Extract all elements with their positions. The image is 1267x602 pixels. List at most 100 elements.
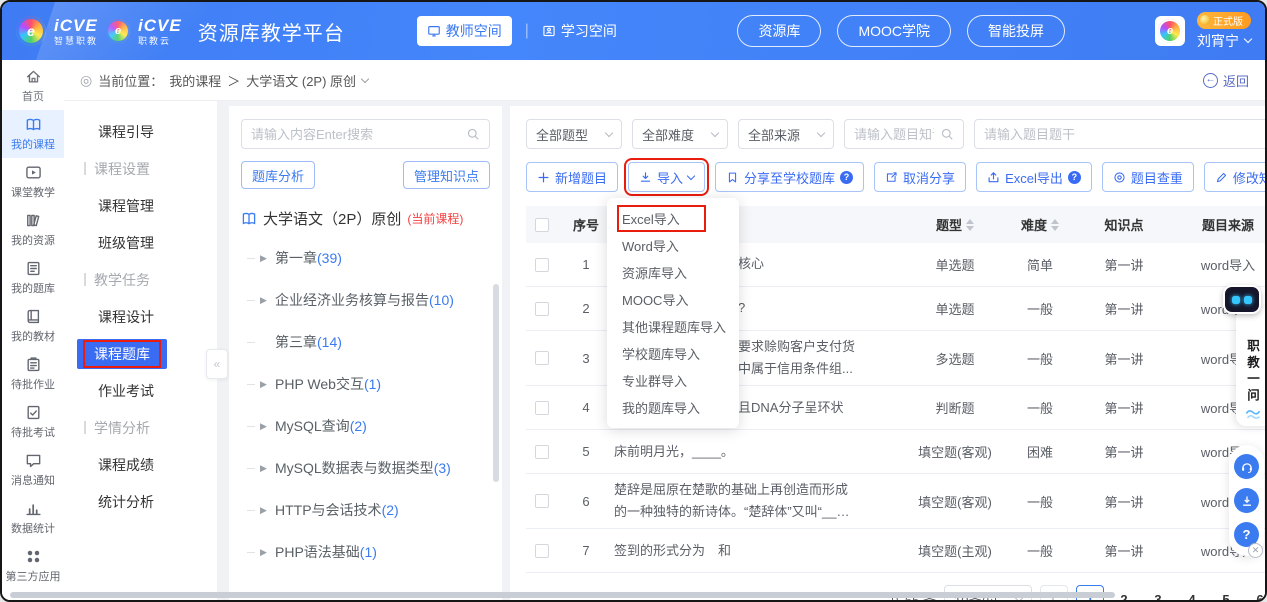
smart-cast-button[interactable]: 智能投屏 (967, 15, 1065, 47)
course-tree-root[interactable]: 大学语文（2P）原创 (当前课程) (241, 208, 490, 229)
unshare-button[interactable]: 取消分享 (874, 162, 966, 192)
expand-caret-icon[interactable]: ▶ (260, 379, 270, 390)
sidebar-item-courses[interactable]: 我的课程 (2, 110, 64, 158)
chevron-down-icon[interactable] (361, 74, 369, 82)
page-number-4[interactable]: 4 (1178, 585, 1206, 602)
export-button[interactable]: Excel导出? (976, 162, 1092, 192)
import-menu-item[interactable]: 专业群导入 (607, 367, 739, 394)
select-all-checkbox[interactable] (535, 218, 549, 232)
sidebar-item-textbook[interactable]: 我的教材 (2, 302, 64, 350)
help-icon[interactable]: ? (1068, 171, 1081, 184)
filter-select-0[interactable]: 全部题型 (526, 119, 622, 149)
menu-item-课程题库[interactable]: 课程题库 (77, 339, 167, 369)
tree-node[interactable]: ▶第一章(39) (241, 237, 490, 279)
import-menu-item[interactable]: 我的题库导入 (607, 394, 739, 421)
share-button[interactable]: 分享至学校题库? (715, 162, 864, 192)
search-icon[interactable] (466, 127, 480, 141)
knowledge-search-input[interactable] (854, 127, 934, 142)
menu-item-班级管理[interactable]: 班级管理 (64, 224, 217, 261)
search-icon[interactable] (940, 127, 954, 141)
menu-item-课程引导[interactable]: 课程引导 (64, 113, 217, 150)
tree-node[interactable]: ▶企业经济业务核算与报告(10) (241, 279, 490, 321)
help-icon[interactable]: ? (840, 171, 853, 184)
customer-service-button[interactable] (1234, 454, 1259, 479)
expand-caret-icon[interactable]: ▶ (260, 421, 270, 432)
tab-learning-space[interactable]: 学习空间 (542, 21, 617, 41)
page-number-3[interactable]: 3 (1144, 585, 1172, 602)
filter-select-1[interactable]: 全部难度 (632, 119, 728, 149)
ai-assistant-tab[interactable]: 职教一问 (1236, 308, 1267, 426)
tree-node[interactable]: ▶PHP Web交互(1) (241, 363, 490, 405)
row-checkbox[interactable] (535, 494, 549, 508)
import-menu-item[interactable]: Word导入 (607, 232, 739, 259)
table-row[interactable]: 7签到的形式分为 和填空题(主观)一般第一讲word导入 (526, 529, 1267, 573)
import-menu-item[interactable]: Excel导入 (607, 205, 739, 232)
sidebar-item-message[interactable]: 消息通知 (2, 446, 64, 494)
sort-icon[interactable] (1051, 219, 1059, 231)
menu-item-课程成绩[interactable]: 课程成绩 (64, 446, 217, 483)
sort-icon[interactable] (966, 219, 974, 231)
row-checkbox[interactable] (535, 445, 549, 459)
expand-caret-icon[interactable]: ▶ (260, 253, 270, 264)
tree-node[interactable]: ▶HTTP与会话技术(2) (241, 489, 490, 531)
download-button[interactable] (1234, 488, 1259, 513)
row-checkbox[interactable] (535, 351, 549, 365)
row-checkbox[interactable] (535, 258, 549, 272)
expand-caret-icon[interactable]: ▶ (260, 295, 270, 306)
close-widget-button[interactable]: ✕ (1248, 543, 1263, 558)
tree-node[interactable]: ▶MySQL数据表与数据类型(3) (241, 447, 490, 489)
mini-app-icon[interactable]: e (1155, 16, 1185, 46)
breadcrumb-current[interactable]: 大学语文 (2P) 原创 (246, 71, 356, 90)
horizontal-scrollbar[interactable] (10, 592, 1115, 598)
stem-search-input[interactable] (984, 127, 1267, 142)
collapse-sidebar-button[interactable]: « (206, 349, 228, 379)
mooc-college-button[interactable]: MOOC学院 (837, 15, 951, 47)
sidebar-item-home[interactable]: 首页 (2, 62, 64, 110)
menu-item-课程设计[interactable]: 课程设计 (64, 298, 217, 335)
expand-caret-icon[interactable]: ▶ (260, 463, 270, 474)
sidebar-item-resources[interactable]: 我的资源 (2, 206, 64, 254)
expand-caret-icon[interactable]: ▶ (260, 547, 270, 558)
ai-robot-icon[interactable] (1223, 285, 1261, 314)
filter-select-2[interactable]: 全部来源 (738, 119, 834, 149)
user-menu[interactable]: 正式版 刘宵宁 (1197, 12, 1251, 51)
breadcrumb-parent[interactable]: 我的课程 (169, 71, 221, 90)
tree-search-input[interactable] (251, 127, 460, 142)
import-menu-item[interactable]: 其他课程题库导入 (607, 313, 739, 340)
back-button[interactable]: ← 返回 (1203, 71, 1249, 90)
plus-button[interactable]: 新增题目 (526, 162, 618, 192)
tree-node[interactable]: ▶第三章(14) (241, 321, 490, 363)
column-header[interactable]: 难度 (1002, 215, 1078, 234)
sidebar-item-stats[interactable]: 数据统计 (2, 494, 64, 542)
page-number-5[interactable]: 5 (1212, 585, 1240, 602)
menu-item-课程管理[interactable]: 课程管理 (64, 187, 217, 224)
sidebar-item-exam[interactable]: 待批考试 (2, 398, 64, 446)
table-row[interactable]: 6楚辞是屈原在楚歌的基础上再创造而形成的一种独特的新诗体。“楚辞体”又叫“__…… (526, 474, 1267, 529)
tree-scrollbar[interactable] (493, 284, 499, 482)
manage-knowledge-button[interactable]: 管理知识点 (403, 161, 490, 189)
sidebar-item-qbank[interactable]: 我的题库 (2, 254, 64, 302)
tree-node[interactable]: ▶MySQL查询(2) (241, 405, 490, 447)
bank-analysis-button[interactable]: 题库分析 (241, 161, 315, 189)
tab-teacher-space[interactable]: 教师空间 (417, 16, 512, 46)
tree-node[interactable]: ▶PHP语法基础(1) (241, 531, 490, 573)
resource-lib-button[interactable]: 资源库 (737, 15, 821, 47)
import-button[interactable]: 导入 (628, 162, 705, 192)
page-number-6[interactable]: 6 (1246, 585, 1267, 602)
dupcheck-button[interactable]: 题目查重 (1102, 162, 1194, 192)
expand-caret-icon[interactable]: ▶ (260, 505, 270, 516)
import-menu-item[interactable]: 资源库导入 (607, 259, 739, 286)
import-menu-item[interactable]: 学校题库导入 (607, 340, 739, 367)
edit-button[interactable]: 修改知识点 (1204, 162, 1267, 192)
sidebar-item-apps[interactable]: 第三方应用 (2, 542, 64, 590)
row-checkbox[interactable] (535, 302, 549, 316)
import-menu-item[interactable]: MOOC导入 (607, 286, 739, 313)
sidebar-item-homework[interactable]: 待批作业 (2, 350, 64, 398)
column-header[interactable]: 题型 (908, 215, 1002, 234)
row-checkbox[interactable] (535, 401, 549, 415)
menu-item-统计分析[interactable]: 统计分析 (64, 483, 217, 520)
sidebar-item-classroom[interactable]: 课堂教学 (2, 158, 64, 206)
menu-item-作业考试[interactable]: 作业考试 (64, 372, 217, 409)
row-checkbox[interactable] (535, 544, 549, 558)
table-row[interactable]: 5床前明月光，____。填空题(客观)困难第一讲word导入 (526, 430, 1267, 474)
